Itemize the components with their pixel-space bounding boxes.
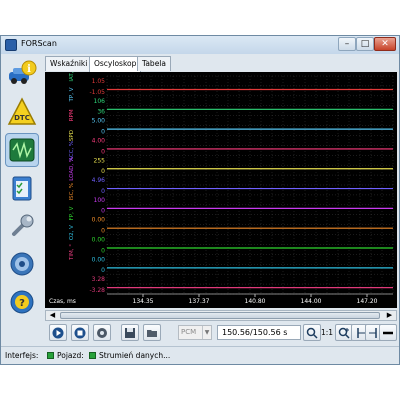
tab-oscyloskop[interactable]: Oscyloskop [89, 56, 142, 72]
channel-max-value: 0.00 [92, 256, 106, 263]
chevron-down-icon: ▼ [202, 326, 211, 339]
settings-icon [97, 327, 107, 338]
save-icon [125, 327, 135, 338]
channel-max-value: 255 [94, 157, 106, 164]
channel-min-value: -3.28 [89, 287, 105, 294]
stop-icon [74, 327, 86, 338]
module-select-value: PCM [181, 328, 197, 336]
scroll-left-arrow[interactable]: ◀ [47, 311, 58, 320]
sidebar-item-vehicle-info[interactable]: i [5, 57, 39, 91]
channel-label: ISC, % [69, 183, 75, 201]
stream-label: Strumień danych... [99, 351, 171, 360]
tab-wskazniki[interactable]: Wskaźniki [45, 56, 93, 71]
x-tick-label: 140.80 [245, 298, 266, 305]
channel-label: LOAD, % [69, 157, 75, 181]
channel-min-value: 0 [101, 128, 105, 135]
sidebar: i DTC ? [5, 57, 41, 327]
line-style-button[interactable] [379, 324, 397, 341]
channel-max-value: 106 [94, 98, 106, 105]
time-scrollbar[interactable]: ◀ ▶ [45, 310, 397, 321]
channel-min-value: 36 [97, 109, 105, 116]
oscilloscope-svg: ECT, °C1.05-1.05IAT, °C10636TP, V5.000RP… [49, 72, 394, 305]
open-folder-icon [147, 329, 157, 337]
channel-label: SPD [69, 130, 75, 141]
sidebar-item-checklist[interactable] [5, 171, 39, 205]
dtc-icon: DTC [7, 97, 37, 125]
module-select[interactable]: PCM ▼ [178, 325, 212, 340]
channel-label: RPM [69, 109, 75, 121]
channel-min-value: -1.05 [89, 89, 105, 96]
channel-label: TIM, ° [69, 244, 75, 261]
channel-min-value: 0 [101, 148, 105, 155]
channel-min-value: 0 [101, 267, 105, 274]
scroll-right-arrow[interactable]: ▶ [384, 311, 395, 320]
channel-max-value: 100 [94, 197, 106, 204]
vehicle-status-led [89, 352, 96, 359]
toolbar: PCM ▼ 150.56/150.56 s 1:1 [45, 323, 397, 343]
x-tick-label: 137.37 [189, 298, 210, 305]
settings-gear-icon [10, 252, 34, 276]
channel-max-value: 5.00 [92, 118, 106, 125]
help-icon: ? [10, 290, 34, 314]
play-icon [52, 327, 64, 338]
tab-bar: Wskaźniki Oscyloskop Tabela [45, 56, 395, 72]
minimize-button[interactable]: – [338, 37, 356, 51]
channel-max-value: 0.00 [92, 217, 106, 224]
zoom-in-icon [338, 327, 350, 339]
channel-max-value: 0.00 [92, 237, 106, 244]
vehicle-info-icon: i [9, 60, 37, 84]
x-tick-label: 147.20 [357, 298, 378, 305]
play-button[interactable] [49, 324, 67, 341]
time-readout: 150.56/150.56 s [217, 325, 301, 340]
forscan-app-icon [5, 39, 17, 51]
maximize-button[interactable]: □ [356, 37, 374, 51]
channel-max-value: 1.05 [92, 78, 106, 85]
channel-max-value: 4.00 [92, 137, 106, 144]
tab-tabela[interactable]: Tabela [137, 56, 171, 71]
wrench-icon [12, 214, 34, 236]
channel-min-value: 0 [101, 208, 105, 215]
interface-status-led [47, 352, 54, 359]
oscilloscope-icon [9, 138, 35, 162]
channel-min-value: 0 [101, 247, 105, 254]
sidebar-item-help[interactable]: ? [5, 285, 39, 319]
channel-label: TP, V [69, 87, 75, 102]
scope-settings-button[interactable] [93, 324, 111, 341]
x-axis-label: Czas, ms [49, 298, 76, 305]
channel-max-value: 3.28 [92, 276, 106, 283]
x-tick-label: 144.00 [301, 298, 322, 305]
line-style-icon [383, 331, 393, 334]
sidebar-item-config[interactable] [5, 247, 39, 281]
status-bar: Interfejs: Pojazd: Strumień danych... [1, 346, 399, 364]
svg-text:?: ? [19, 298, 25, 309]
window-title: FORScan [21, 39, 57, 48]
vehicle-label: Pojazd: [57, 351, 84, 360]
title-bar: FORScan – □ ✕ [1, 36, 399, 54]
zoom-icon [306, 327, 318, 339]
channel-label: IAT, °C [69, 72, 75, 82]
sidebar-item-service[interactable] [5, 209, 39, 243]
channel-min-value: 0 [101, 228, 105, 235]
channel-min-value: 0 [101, 168, 105, 175]
open-button[interactable] [143, 324, 161, 341]
channel-label: O2, V [69, 225, 75, 240]
x-tick-label: 134.35 [133, 298, 154, 305]
channel-label: FP, V [69, 206, 75, 220]
forscan-window: FORScan – □ ✕ i DTC ? Wskaźniki Oscylosk… [0, 35, 400, 365]
channel-max-value: 4.96 [92, 177, 106, 184]
svg-text:i: i [27, 64, 31, 75]
close-button[interactable]: ✕ [374, 37, 396, 51]
zoom-button[interactable] [303, 324, 321, 341]
stop-button[interactable] [71, 324, 89, 341]
oscilloscope-plot[interactable]: ECT, °C1.05-1.05IAT, °C10636TP, V5.000RP… [45, 72, 397, 308]
scale-label[interactable]: 1:1 [321, 328, 333, 337]
scroll-thumb[interactable] [60, 312, 380, 319]
channel-min-value: 0 [101, 188, 105, 195]
sidebar-item-oscilloscope[interactable] [5, 133, 39, 167]
sidebar-item-dtc[interactable]: DTC [5, 95, 39, 129]
checklist-icon [12, 176, 32, 201]
interface-label: Interfejs: [5, 351, 39, 360]
svg-text:DTC: DTC [14, 114, 30, 122]
save-button[interactable] [121, 324, 139, 341]
